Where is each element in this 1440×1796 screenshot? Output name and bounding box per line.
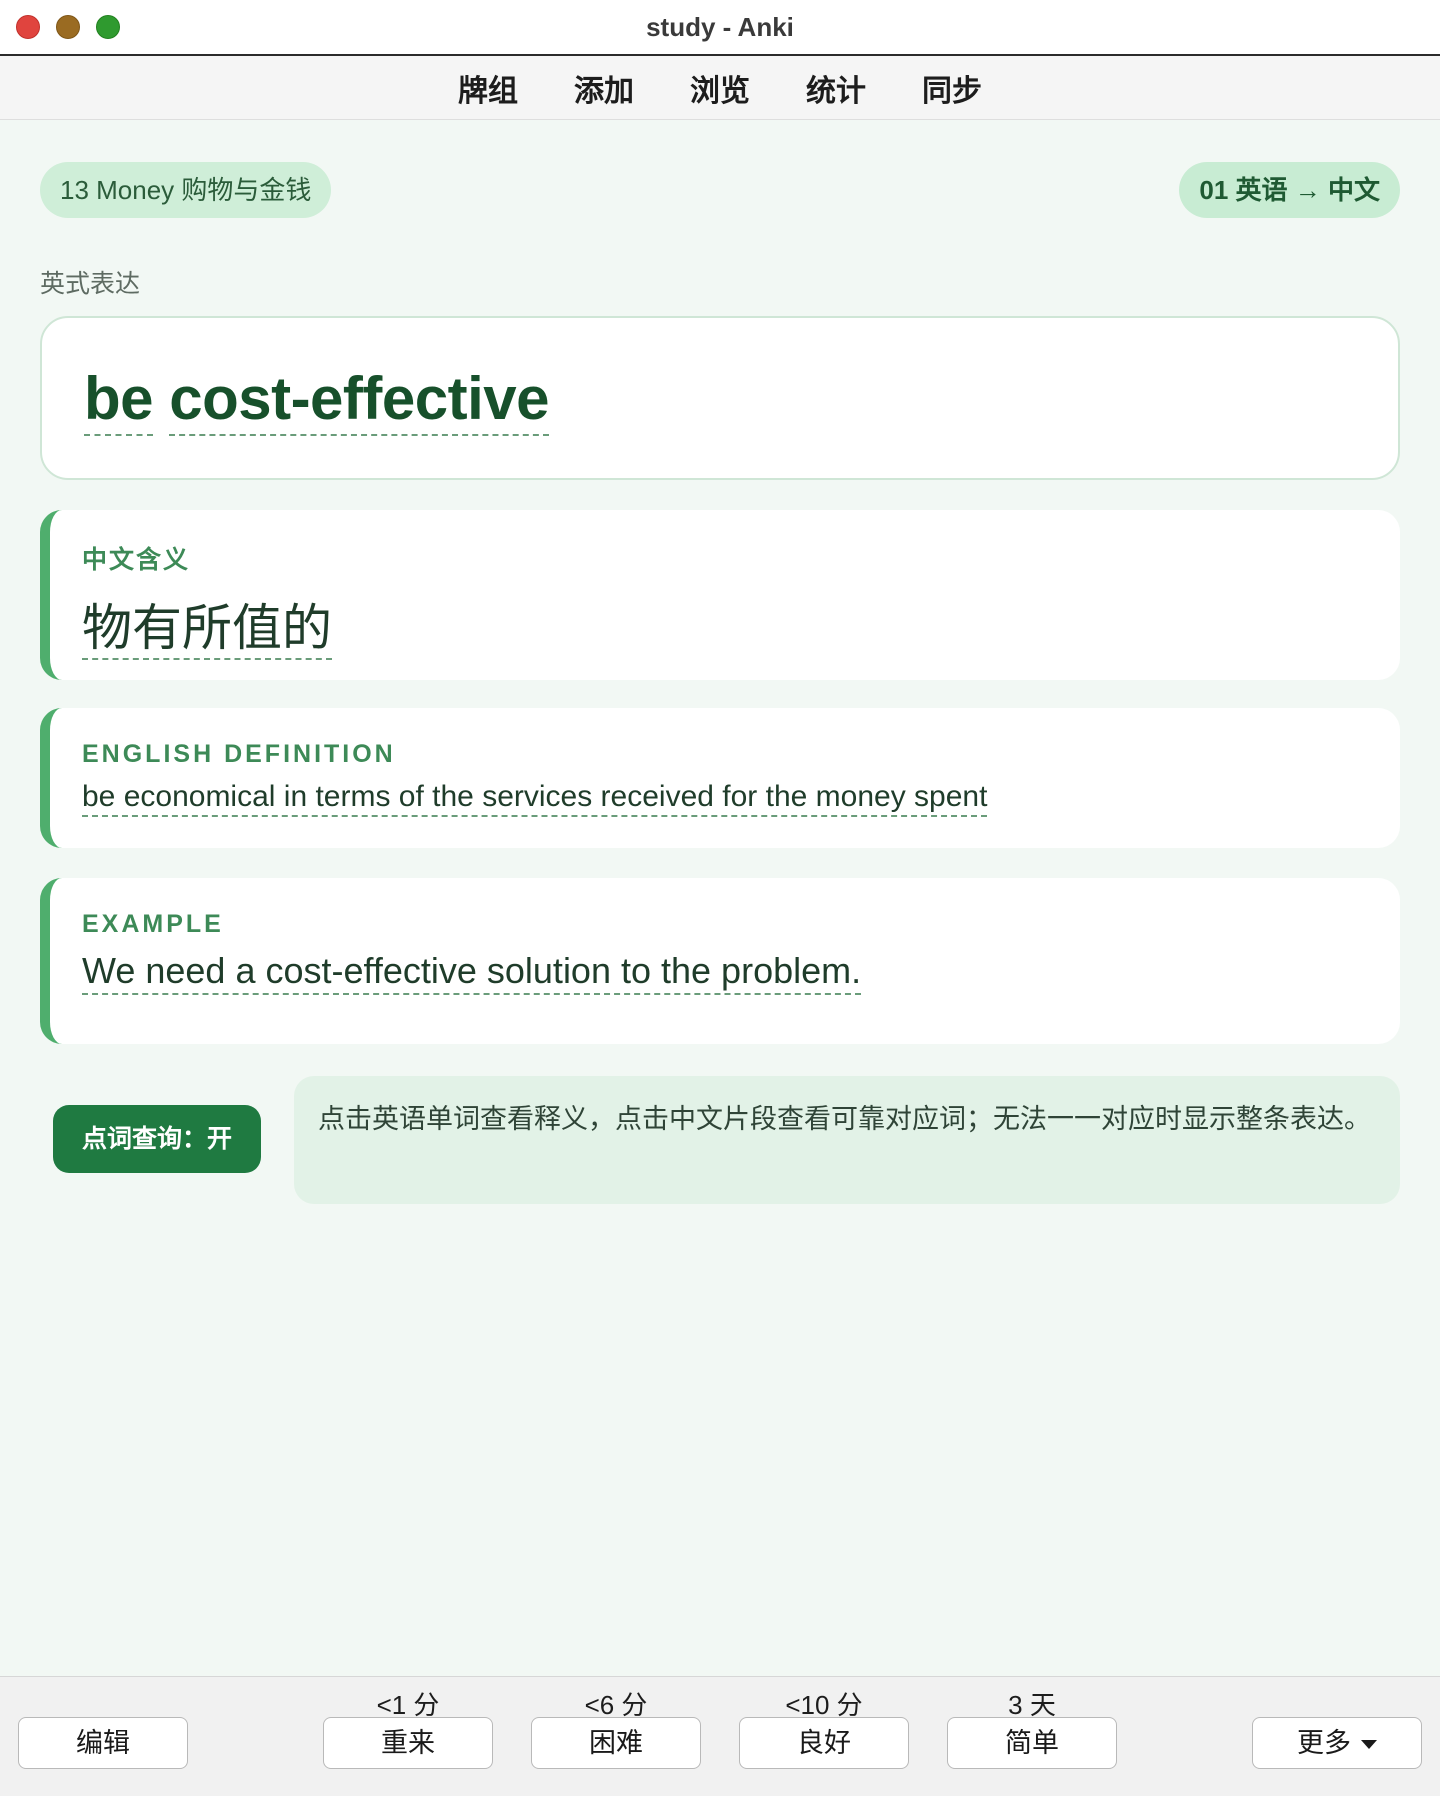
- example-card: EXAMPLE We need a cost-effective solutio…: [40, 878, 1400, 1044]
- again-button[interactable]: 重来: [323, 1717, 493, 1769]
- expression-card: be cost-effective: [40, 316, 1400, 480]
- deck-name-pill: 13 Money 购物与金钱: [40, 162, 332, 218]
- lookup-hint: 点击英语单词查看释义，点击中文片段查看可靠对应词；无法一一对应时显示整条表达。: [294, 1076, 1400, 1204]
- word-lookup-toggle-button[interactable]: 点词查询：开: [53, 1105, 261, 1173]
- toolbar-add[interactable]: 添加: [574, 66, 634, 110]
- title-bar: study - Anki: [0, 0, 1440, 56]
- easy-button[interactable]: 简单: [947, 1717, 1117, 1769]
- window-title: study - Anki: [646, 12, 794, 42]
- expression-word[interactable]: be: [84, 365, 154, 436]
- example-text[interactable]: We need a cost-effective solution to the…: [82, 950, 862, 995]
- good-button[interactable]: 良好: [739, 1717, 909, 1769]
- anki-window: study - Anki 牌组 添加 浏览 统计 同步 13 Money 购物与…: [0, 0, 1440, 1796]
- toolbar-decks[interactable]: 牌组: [458, 66, 518, 110]
- meaning-text[interactable]: 物有所值的: [82, 588, 332, 660]
- meaning-label: 中文含义: [82, 546, 191, 574]
- card-mode-pill: 01 英语 → 中文: [1179, 162, 1400, 218]
- more-button[interactable]: 更多: [1252, 1717, 1422, 1769]
- definition-card: ENGLISH DEFINITION be economical in term…: [40, 708, 1400, 848]
- meaning-card: 中文含义 物有所值的: [40, 510, 1400, 680]
- toolbar-stats[interactable]: 统计: [806, 66, 866, 110]
- toolbar-sync[interactable]: 同步: [922, 66, 982, 110]
- definition-label: ENGLISH DEFINITION: [82, 740, 396, 768]
- example-label: EXAMPLE: [82, 910, 224, 938]
- expression-word[interactable]: cost-effective: [169, 365, 550, 436]
- more-button-label: 更多: [1297, 1728, 1351, 1758]
- definition-text[interactable]: be economical in terms of the services r…: [82, 780, 988, 817]
- answer-bar: 编辑 <1 分 重来 <6 分 困难 <10 分 良好 3 天 简单 更多: [0, 1676, 1440, 1796]
- chevron-down-icon: [1361, 1740, 1377, 1750]
- edit-button[interactable]: 编辑: [18, 1717, 188, 1769]
- main-toolbar: 牌组 添加 浏览 统计 同步: [0, 56, 1440, 120]
- toolbar-browse[interactable]: 浏览: [690, 66, 750, 110]
- hard-button[interactable]: 困难: [531, 1717, 701, 1769]
- expression-label: 英式表达: [40, 270, 141, 298]
- expression-text: be cost-effective: [84, 364, 550, 436]
